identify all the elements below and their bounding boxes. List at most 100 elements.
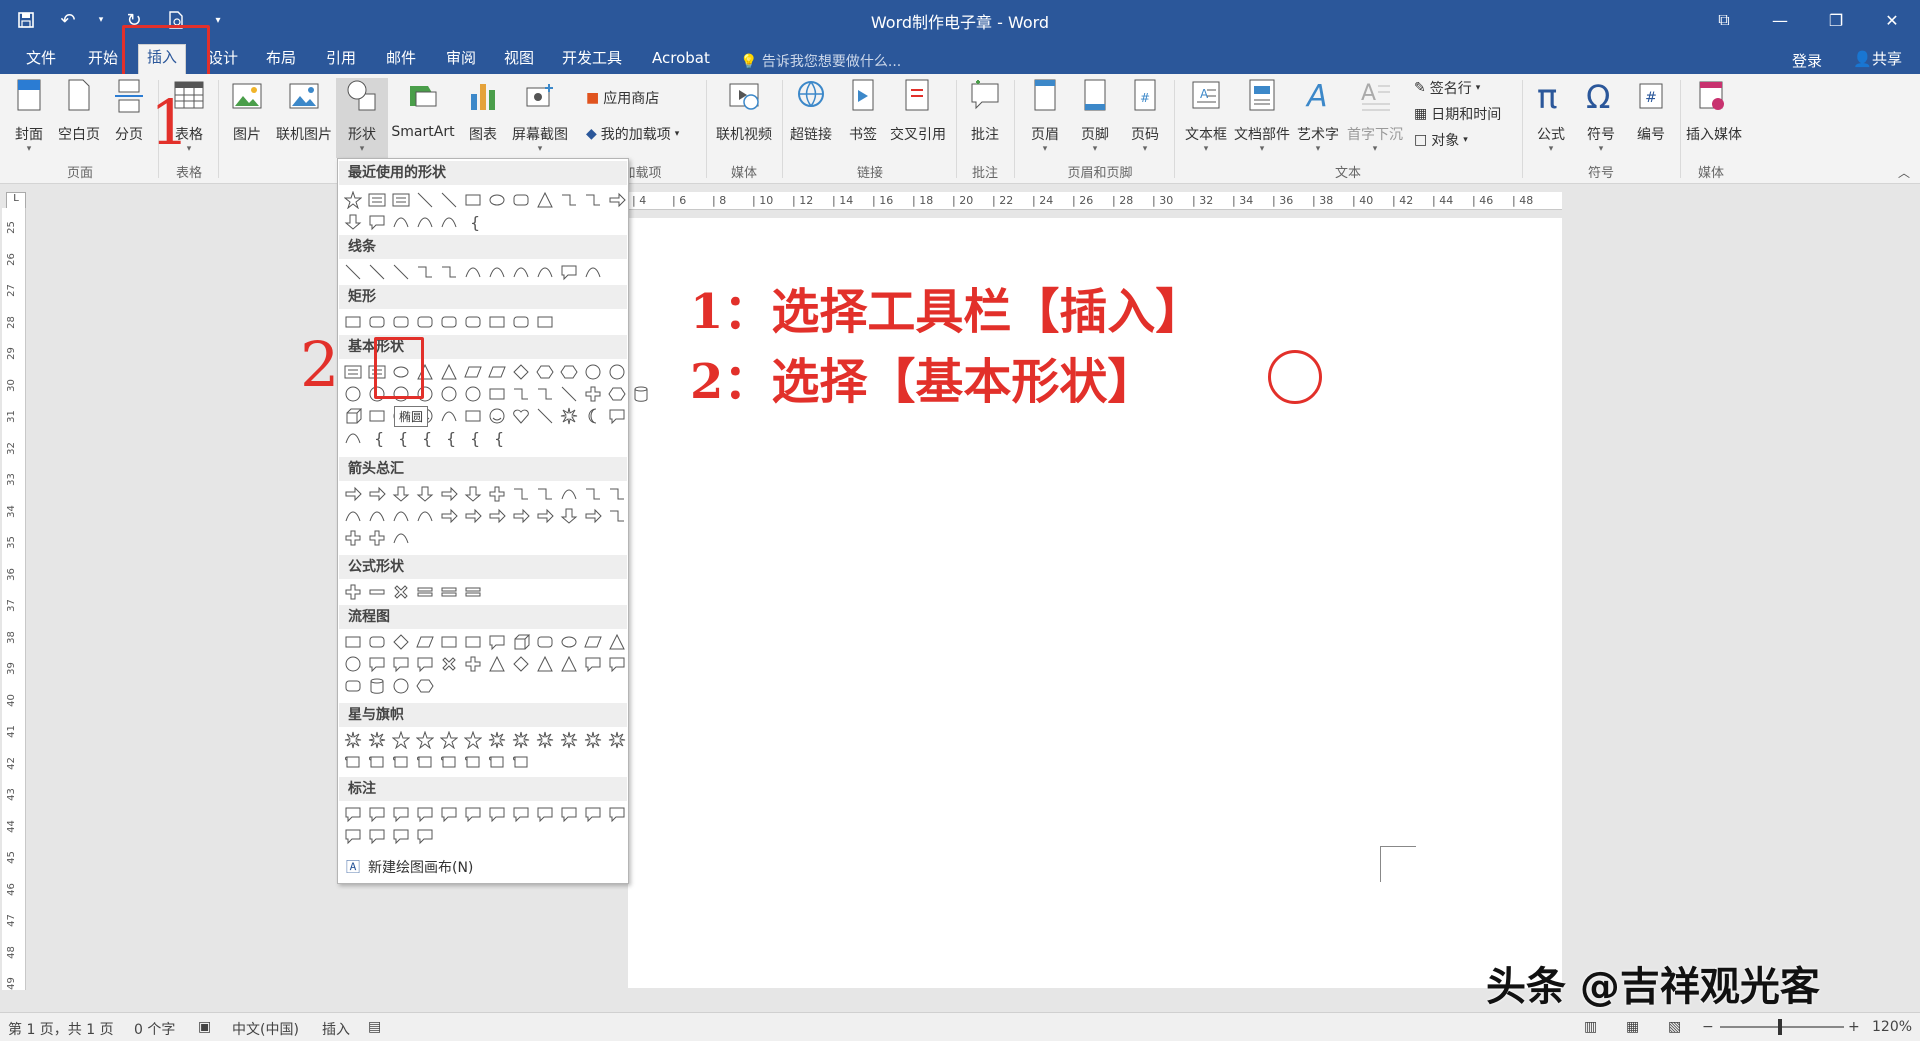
tab-mailings[interactable]: 邮件: [378, 46, 424, 74]
callout-shape-icon[interactable]: [582, 653, 603, 674]
rect-shape-icon[interactable]: [462, 405, 483, 426]
rrect-shape-icon[interactable]: [462, 311, 483, 332]
cross-reference-button[interactable]: 交叉引用: [886, 78, 950, 162]
read-mode-icon[interactable]: ▥: [1584, 1019, 1597, 1035]
callout-shape-icon[interactable]: [342, 825, 363, 846]
brace-shape-icon[interactable]: {: [486, 427, 507, 448]
rrect-shape-icon[interactable]: [366, 631, 387, 652]
arrow-shape-icon[interactable]: [486, 505, 507, 526]
burst-shape-icon[interactable]: [366, 729, 387, 750]
zoom-level[interactable]: 120%: [1872, 1019, 1912, 1035]
callout-shape-icon[interactable]: [558, 261, 579, 282]
wordart-button[interactable]: A 艺术字 ▾: [1292, 78, 1344, 162]
burst-shape-icon[interactable]: [486, 729, 507, 750]
brace-shape-icon[interactable]: {: [390, 427, 411, 448]
circ-shape-icon[interactable]: [438, 383, 459, 404]
callout-shape-icon[interactable]: [390, 653, 411, 674]
tab-review[interactable]: 审阅: [438, 46, 484, 74]
tab-developer[interactable]: 开发工具: [554, 46, 630, 74]
line-shape-icon[interactable]: [534, 405, 555, 426]
plus-shape-icon[interactable]: [342, 527, 363, 548]
textbox-button[interactable]: A 文本框 ▾: [1178, 78, 1234, 162]
diamond-shape-icon[interactable]: [510, 653, 531, 674]
eq-shape-icon[interactable]: [414, 581, 435, 602]
callout-shape-icon[interactable]: [486, 631, 507, 652]
callout-shape-icon[interactable]: [366, 803, 387, 824]
callout-shape-icon[interactable]: [414, 803, 435, 824]
burst-shape-icon[interactable]: [558, 405, 579, 426]
curve-shape-icon[interactable]: [390, 505, 411, 526]
cube-shape-icon[interactable]: [342, 405, 363, 426]
down-shape-icon[interactable]: [414, 483, 435, 504]
page-number-button[interactable]: # 页码 ▾: [1120, 78, 1170, 162]
rect-shape-icon[interactable]: [342, 311, 363, 332]
arrow-shape-icon[interactable]: [462, 505, 483, 526]
tab-file[interactable]: 文件: [18, 46, 64, 74]
collapse-ribbon-icon[interactable]: ︿: [1898, 164, 1910, 181]
scroll-shape-icon[interactable]: [438, 751, 459, 772]
down-shape-icon[interactable]: [558, 505, 579, 526]
ribbon-display-icon[interactable]: ⧉: [1696, 0, 1752, 40]
plus-shape-icon[interactable]: [462, 653, 483, 674]
line-shape-icon[interactable]: [438, 189, 459, 210]
tri-shape-icon[interactable]: [606, 631, 627, 652]
callout-shape-icon[interactable]: [342, 803, 363, 824]
tab-references[interactable]: 引用: [318, 46, 364, 74]
curve-shape-icon[interactable]: [390, 211, 411, 232]
curve-shape-icon[interactable]: [486, 261, 507, 282]
scroll-shape-icon[interactable]: [390, 751, 411, 772]
arrow-shape-icon[interactable]: [438, 505, 459, 526]
rrect-shape-icon[interactable]: [510, 311, 531, 332]
text-shape-icon[interactable]: [390, 189, 411, 210]
circ-shape-icon[interactable]: [390, 675, 411, 696]
rect-shape-icon[interactable]: [534, 311, 555, 332]
oval-shape-icon[interactable]: [558, 631, 579, 652]
rrect-shape-icon[interactable]: [534, 631, 555, 652]
rrect-shape-icon[interactable]: [366, 311, 387, 332]
callout-shape-icon[interactable]: [534, 803, 555, 824]
callout-shape-icon[interactable]: [438, 803, 459, 824]
scroll-shape-icon[interactable]: [462, 751, 483, 772]
star-shape-icon[interactable]: [438, 729, 459, 750]
scroll-shape-icon[interactable]: [486, 751, 507, 772]
hex-shape-icon[interactable]: [558, 361, 579, 382]
symbol-button[interactable]: Ω 符号 ▾: [1576, 78, 1626, 162]
callout-shape-icon[interactable]: [606, 653, 627, 674]
rrect-shape-icon[interactable]: [438, 311, 459, 332]
minus-shape-icon[interactable]: [366, 581, 387, 602]
moon-shape-icon[interactable]: [582, 405, 603, 426]
elbow-shape-icon[interactable]: [534, 383, 555, 404]
arrow-shape-icon[interactable]: [606, 189, 627, 210]
curve-shape-icon[interactable]: [390, 527, 411, 548]
rect-shape-icon[interactable]: [342, 631, 363, 652]
brace-shape-icon[interactable]: {: [462, 211, 483, 232]
arrow-shape-icon[interactable]: [510, 505, 531, 526]
down-shape-icon[interactable]: [462, 483, 483, 504]
star-shape-icon[interactable]: [390, 729, 411, 750]
macro-icon[interactable]: ▤: [368, 1019, 381, 1035]
page-break-button[interactable]: 分页: [104, 78, 154, 162]
new-drawing-canvas-item[interactable]: 🄰 新建绘图画布(N): [346, 857, 473, 877]
picture-button[interactable]: 图片: [222, 78, 272, 162]
store-button[interactable]: ■ 应用商店: [586, 88, 659, 108]
tri-shape-icon[interactable]: [534, 653, 555, 674]
eq-shape-icon[interactable]: [438, 581, 459, 602]
login-link[interactable]: 登录: [1792, 50, 1822, 71]
curve-shape-icon[interactable]: [558, 483, 579, 504]
blank-page-button[interactable]: 空白页: [54, 78, 104, 162]
restore-icon[interactable]: ❐: [1808, 0, 1864, 40]
callout-shape-icon[interactable]: [390, 825, 411, 846]
curve-shape-icon[interactable]: [342, 505, 363, 526]
smartart-button[interactable]: SmartArt: [390, 78, 456, 162]
callout-shape-icon[interactable]: [414, 825, 435, 846]
brace-shape-icon[interactable]: {: [438, 427, 459, 448]
callout-shape-icon[interactable]: [414, 653, 435, 674]
oval-shape-icon[interactable]: [486, 189, 507, 210]
rrect-shape-icon[interactable]: [390, 311, 411, 332]
bookmark-button[interactable]: 书签: [838, 78, 888, 162]
hex-shape-icon[interactable]: [606, 383, 627, 404]
tri-shape-icon[interactable]: [558, 653, 579, 674]
circ-shape-icon[interactable]: [582, 361, 603, 382]
callout-shape-icon[interactable]: [366, 211, 387, 232]
hex-shape-icon[interactable]: [534, 361, 555, 382]
